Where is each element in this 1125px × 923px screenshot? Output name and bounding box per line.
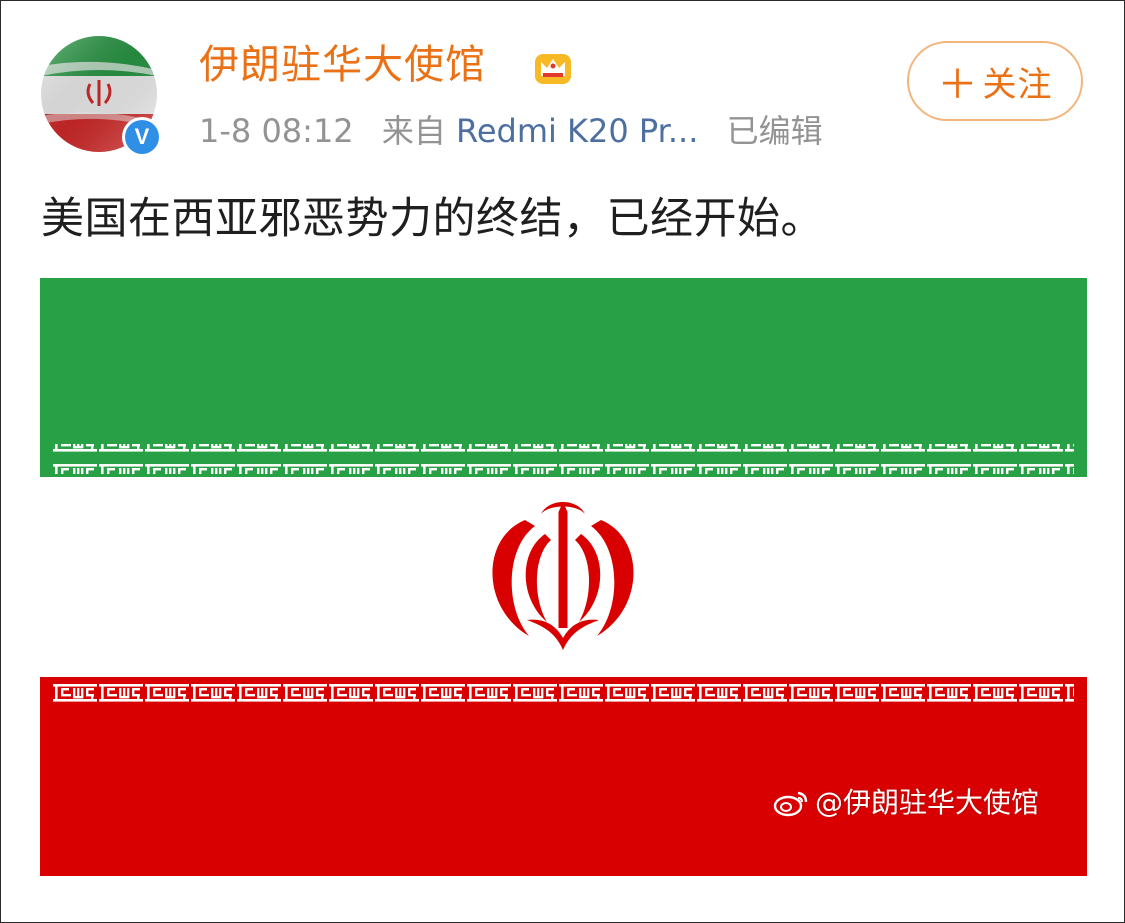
watermark-text: @伊朗驻华大使馆 (814, 786, 1039, 819)
follow-label: 关注 (982, 64, 1053, 105)
post-meta: 1-8 08:12 来自 Redmi K20 Pr... 已编辑 (199, 109, 823, 153)
username[interactable]: 伊朗驻华大使馆 (199, 39, 486, 91)
weibo-logo-icon (773, 789, 809, 817)
source-link[interactable]: Redmi K20 Pr... (456, 112, 698, 150)
post-text: 美国在西亚邪恶势力的终结，已经开始。 (41, 194, 824, 244)
follow-button[interactable]: ＋ 关注 (907, 41, 1083, 121)
post-time: 1-8 08:12 (199, 112, 354, 150)
source-prefix: 来自 (381, 112, 446, 150)
plus-icon: ＋ (937, 62, 979, 108)
image-watermark: @伊朗驻华大使馆 (773, 785, 1039, 821)
post-card: V 伊朗驻华大使馆 1-8 08:12 来自 Redmi K20 Pr... 已… (0, 0, 1125, 923)
post-image[interactable]: @伊朗驻华大使馆 (40, 278, 1087, 876)
member-crown-icon[interactable] (532, 46, 574, 88)
verified-badge: V (122, 117, 162, 157)
verified-v-icon: V (125, 120, 159, 154)
edited-label[interactable]: 已编辑 (727, 112, 823, 150)
